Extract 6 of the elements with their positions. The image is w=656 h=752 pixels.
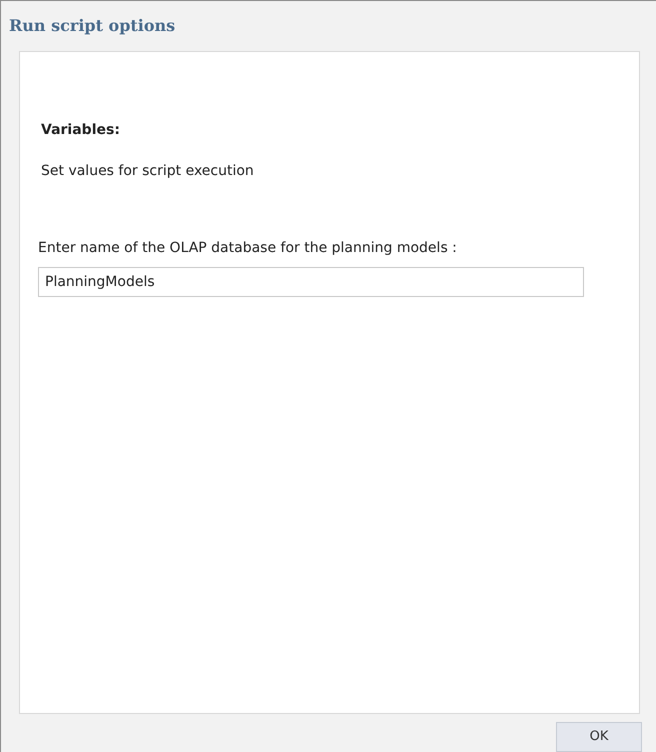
section-description: Set values for script execution xyxy=(41,162,254,181)
section-heading: Variables: xyxy=(41,120,120,140)
ok-button[interactable]: OK xyxy=(556,722,642,752)
field-label: Enter name of the OLAP database for the planning models : xyxy=(38,238,457,258)
input-field[interactable]: PlanningModels xyxy=(38,266,584,297)
window-title: Run script options xyxy=(9,14,176,37)
